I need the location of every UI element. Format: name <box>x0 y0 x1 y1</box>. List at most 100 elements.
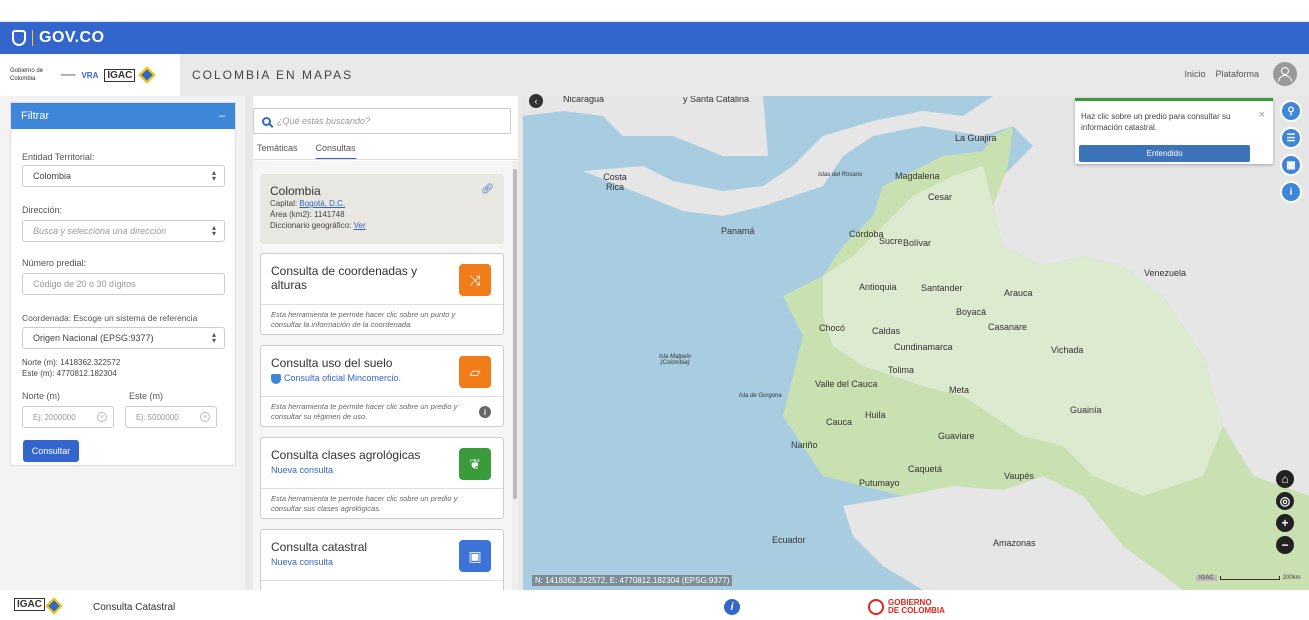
card-title: Consulta uso del suelo <box>271 356 393 370</box>
map-label: Antioquia <box>859 282 897 292</box>
info-icon[interactable]: i <box>1280 181 1302 203</box>
collapse-panel-icon[interactable]: ‹ <box>529 94 543 108</box>
footer-igac-logo: IGAC <box>14 598 45 611</box>
card-agrologicas[interactable]: Consulta clases agrológicas Nueva consul… <box>260 437 504 519</box>
gob-logo: Gobierno de Colombia <box>10 68 44 82</box>
nav-plataforma[interactable]: Plataforma <box>1215 69 1259 79</box>
capital-link[interactable]: Bogotá, D.C. <box>299 199 345 208</box>
map-label: Guaviare <box>938 431 975 441</box>
gov-logo-text[interactable]: GOV.CO <box>39 29 105 47</box>
map-label: Casanare <box>988 322 1028 332</box>
dict-line: Diccionario geográfico: Ver <box>270 221 366 230</box>
map-label: Chocó <box>819 323 846 333</box>
partner-logos[interactable]: Gobierno de Colombia ━━━━ VRA IGAC <box>0 54 180 96</box>
card-subtitle: Nueva consulta <box>271 557 334 567</box>
tab-tematicas[interactable]: Temáticas <box>257 143 298 160</box>
card-title: Consulta catastral <box>271 540 368 554</box>
map-label: Meta <box>949 385 970 395</box>
entidad-label: Entidad Territorial: <box>22 152 95 162</box>
capital-line: Capital: Bogotá, D.C. <box>270 199 346 208</box>
filter-header[interactable]: Filtrar – <box>11 103 235 129</box>
map-label: La Guajira <box>955 133 997 143</box>
vra-logo: VRA <box>81 70 99 80</box>
scale-line <box>1219 576 1280 580</box>
updown-icon: ▴ ▾ <box>211 330 216 345</box>
norte-placeholder: Ej: 2000000 <box>33 412 76 422</box>
territory-info: Colombia Capital: Bogotá, D.C. Área (km2… <box>260 174 504 244</box>
clear-icon[interactable]: × <box>97 412 107 422</box>
este-input[interactable]: Ej: 5000000 × <box>125 406 217 428</box>
filter-title: Filtrar <box>21 110 50 122</box>
hint-toast: Haz clic sobre un predio para consultar … <box>1075 98 1273 164</box>
tab-consultas[interactable]: Consultas <box>315 143 356 160</box>
card-coordenadas[interactable]: Consulta de coordenadas y alturas ⤨ Esta… <box>260 253 504 335</box>
card-desc: Esta herramienta te permite hacer clic s… <box>271 310 456 329</box>
user-icon[interactable] <box>1273 62 1297 86</box>
zoom-controls: ⌂ ◎ + − <box>1276 470 1294 554</box>
map-label: Venezuela <box>1144 268 1187 278</box>
norte-input[interactable]: Ej: 2000000 × <box>22 406 114 428</box>
plant-icon: ❦ <box>459 448 491 480</box>
territory-title: Colombia <box>270 184 321 198</box>
land-icon: ▱ <box>459 356 491 388</box>
coordinate-readout: N: 1418362.322572, E: 4770812.182304 (EP… <box>532 575 733 586</box>
dict-link[interactable]: Ver <box>354 221 366 230</box>
consultar-button[interactable]: Consultar <box>23 440 79 462</box>
coord-system-value: Origen Nacional (EPSG:9377) <box>33 333 154 343</box>
entendido-button[interactable]: Entendido <box>1079 145 1250 162</box>
map-label: Caquetá <box>908 464 943 474</box>
left-panel: Filtrar – Entidad Territorial: Colombia … <box>0 96 245 590</box>
nav-inicio[interactable]: Inicio <box>1184 69 1205 79</box>
zoom-out-button[interactable]: − <box>1276 536 1294 554</box>
tab-divider <box>253 159 518 160</box>
predial-label: Número predial: <box>22 258 87 268</box>
tools-icon[interactable]: ⚲ <box>1280 100 1302 122</box>
card-uso-suelo[interactable]: Consulta uso del suelo Consulta oficial … <box>260 345 504 427</box>
coord-system-select[interactable]: Origen Nacional (EPSG:9377) ▴ ▾ <box>22 327 225 349</box>
predial-input[interactable]: Código de 20 o 30 dígitos <box>22 273 225 295</box>
scale-bar: IGAC 200km <box>1196 575 1301 581</box>
clear-icon[interactable]: × <box>200 412 210 422</box>
norte-readout: Norte (m): 1418362.322572 <box>22 358 121 367</box>
home-icon[interactable]: ⌂ <box>1276 470 1294 488</box>
footer-title: Consulta Catastral <box>93 602 176 613</box>
este-placeholder: Ej: 5000000 <box>136 412 179 422</box>
collapse-icon[interactable]: – <box>219 110 225 122</box>
este-readout: Este (m): 4770812.182304 <box>22 369 117 378</box>
card-desc: Esta herramienta te permite hacer clic s… <box>271 494 458 513</box>
search-input[interactable]: ¿Qué estás buscando? <box>253 108 511 134</box>
locate-icon[interactable]: ◎ <box>1276 492 1294 510</box>
card-catastral[interactable]: Consulta catastral Nueva consulta ▣ <box>260 529 504 590</box>
map-label: Huila <box>865 410 886 420</box>
igac-diamond-icon <box>138 66 156 84</box>
scrollbar[interactable] <box>512 161 518 590</box>
middle-panel: ¿Qué estás buscando? Temáticas Consultas… <box>245 96 523 590</box>
footer-info-icon[interactable]: i <box>724 599 740 615</box>
map-label-small: Isla de Gorgona <box>739 393 782 399</box>
info-icon[interactable]: i <box>479 406 491 418</box>
geo-logo: ━━━━ <box>61 72 76 79</box>
predial-placeholder: Código de 20 o 30 dígitos <box>33 279 136 289</box>
map-label: Magdalena <box>895 171 940 181</box>
separator <box>32 30 33 46</box>
map-export-icon[interactable]: ▦ <box>1280 154 1302 176</box>
scale-label: 200km <box>1282 575 1301 581</box>
map-view[interactable]: Nicaragua y Santa Catalina Costa Rica Pa… <box>523 96 1309 590</box>
card-desc: Esta herramienta te permite hacer clic s… <box>271 402 458 421</box>
tab-bar: Temáticas Consultas <box>257 143 356 160</box>
direccion-placeholder: Busca y selecciona una dirección <box>33 226 167 236</box>
close-icon[interactable]: × <box>1259 109 1265 121</box>
query-panel: ¿Qué estás buscando? Temáticas Consultas… <box>253 96 518 590</box>
entidad-value: Colombia <box>33 171 72 181</box>
arrows-icon: ⤨ <box>459 264 491 296</box>
direccion-select[interactable]: Busca y selecciona una dirección ▴ ▾ <box>22 220 225 242</box>
entidad-select[interactable]: Colombia ▴ ▾ <box>22 165 225 187</box>
zoom-in-button[interactable]: + <box>1276 514 1294 532</box>
map-label: Nicaragua <box>563 96 605 104</box>
norte-label: Norte (m) <box>22 391 60 401</box>
gobierno-logo: GOBIERNO DE COLOMBIA <box>868 599 945 615</box>
consultas-list[interactable]: Colombia Capital: Bogotá, D.C. Área (km2… <box>253 161 518 590</box>
layers-icon[interactable]: ☰ <box>1280 127 1302 149</box>
map-label: Caldas <box>872 326 901 336</box>
link-icon[interactable]: 🔗︎ <box>481 184 494 195</box>
